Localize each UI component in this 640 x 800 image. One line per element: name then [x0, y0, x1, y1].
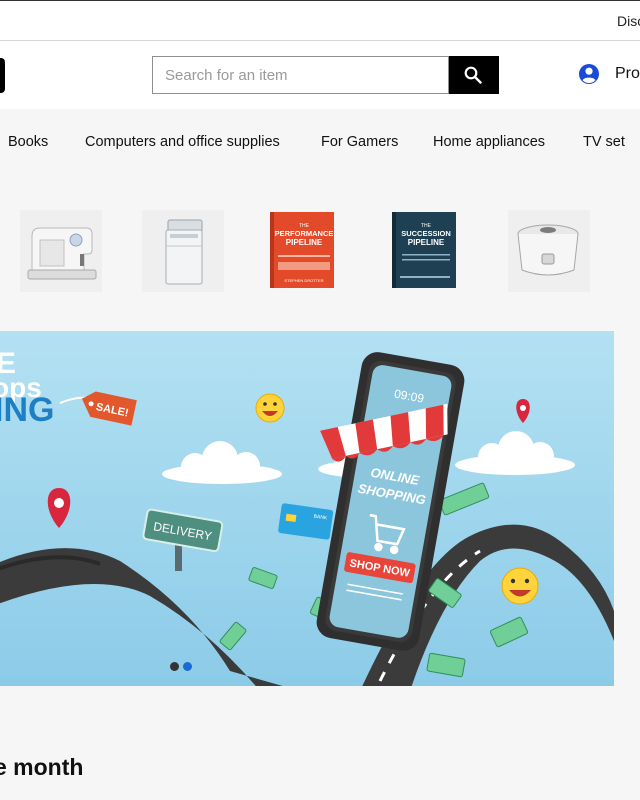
book-performance-pipeline-thumbnail[interactable]: THE PERFORMANCE PIPELINE STEPHEN DROTTER: [264, 210, 346, 292]
book-succession-pipeline-thumbnail[interactable]: THE SUCCESSION PIPELINE: [386, 210, 468, 292]
nav-item-computers-office[interactable]: Computers and office supplies: [85, 134, 280, 150]
hero-banner[interactable]: E ops ING SALE! DELIVERY BANK 09:09 ONLI…: [0, 331, 614, 686]
search-bar: [152, 56, 499, 94]
washing-machine-thumbnail[interactable]: [142, 210, 224, 292]
nav-item-for-gamers[interactable]: For Gamers: [321, 134, 398, 150]
banner-headline-line3: ING: [0, 391, 54, 429]
search-icon: [464, 66, 482, 84]
nav-item-home-appliances[interactable]: Home appliances: [433, 134, 545, 150]
sewing-machine-thumbnail[interactable]: [20, 210, 102, 292]
logo[interactable]: [0, 58, 5, 93]
svg-text:PERFORMANCE: PERFORMANCE: [275, 229, 334, 238]
hero-banner-illustration: E ops ING SALE! DELIVERY BANK 09:09 ONLI…: [0, 331, 614, 686]
carousel-dot-2[interactable]: [183, 662, 192, 671]
search-button[interactable]: [449, 56, 499, 94]
svg-text:STEPHEN DROTTER: STEPHEN DROTTER: [284, 278, 323, 283]
product-thumbnails: THE PERFORMANCE PIPELINE STEPHEN DROTTER…: [0, 210, 640, 294]
search-input[interactable]: [152, 56, 449, 94]
emoji-left: [255, 393, 285, 423]
svg-text:SUCCESSION: SUCCESSION: [401, 229, 451, 238]
announcement-bar: Disc: [0, 0, 640, 41]
announcement-text: Disc: [617, 13, 640, 29]
carousel-dot-1[interactable]: [170, 662, 179, 671]
profile-link[interactable]: Pro: [578, 63, 640, 85]
rice-cooker-thumbnail[interactable]: [508, 210, 590, 292]
svg-text:PIPELINE: PIPELINE: [408, 238, 445, 247]
user-icon: [579, 64, 599, 84]
nav-item-tv-set[interactable]: TV set: [583, 134, 625, 150]
profile-label: Pro: [615, 65, 640, 82]
category-nav: Books Computers and office supplies For …: [0, 109, 640, 179]
nav-item-books[interactable]: Books: [8, 134, 48, 150]
svg-text:PIPELINE: PIPELINE: [286, 238, 323, 247]
section-title: e month: [0, 754, 84, 780]
site-header: Pro: [0, 41, 640, 109]
emoji-right: [501, 567, 539, 605]
